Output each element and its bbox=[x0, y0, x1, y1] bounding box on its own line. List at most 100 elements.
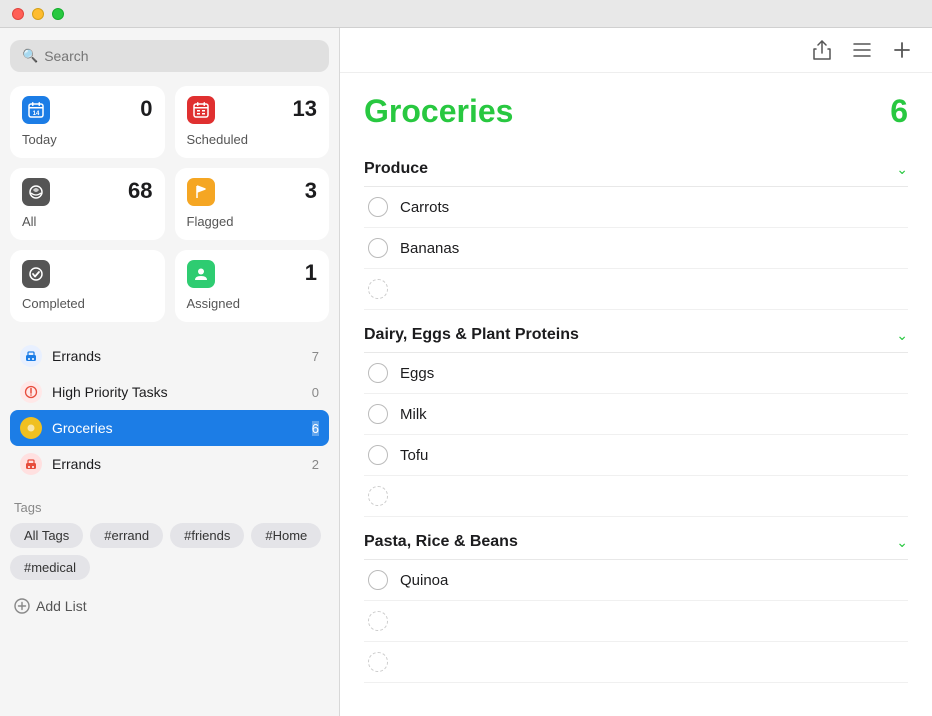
task-quinoa[interactable]: Quinoa bbox=[364, 560, 908, 601]
all-label: All bbox=[22, 214, 153, 229]
search-input[interactable] bbox=[44, 48, 317, 64]
tag-friends[interactable]: #friends bbox=[170, 523, 244, 548]
eggs-checkbox[interactable] bbox=[368, 363, 388, 383]
search-icon: 🔍 bbox=[22, 48, 38, 64]
add-list-label: Add List bbox=[36, 598, 87, 614]
scheduled-label: Scheduled bbox=[187, 132, 318, 147]
smart-tile-all[interactable]: 68 All bbox=[10, 168, 165, 240]
svg-text:14: 14 bbox=[33, 111, 40, 117]
pasta-placeholder-1-checkbox[interactable] bbox=[368, 611, 388, 631]
bananas-checkbox[interactable] bbox=[368, 238, 388, 258]
list-total: 6 bbox=[890, 93, 908, 130]
all-icon bbox=[22, 178, 50, 206]
tofu-label: Tofu bbox=[400, 447, 428, 464]
tag-medical[interactable]: #medical bbox=[10, 555, 90, 580]
scheduled-icon bbox=[187, 96, 215, 124]
tag-home[interactable]: #Home bbox=[251, 523, 321, 548]
milk-checkbox[interactable] bbox=[368, 404, 388, 424]
group-pasta-name: Pasta, Rice & Beans bbox=[364, 533, 518, 551]
carrots-label: Carrots bbox=[400, 199, 449, 216]
milk-label: Milk bbox=[400, 406, 427, 423]
smart-tile-today[interactable]: 14 0 Today bbox=[10, 86, 165, 158]
task-pasta-placeholder-2[interactable] bbox=[364, 642, 908, 683]
scheduled-count: 13 bbox=[293, 96, 317, 122]
titlebar bbox=[0, 0, 932, 28]
task-pasta-placeholder-1[interactable] bbox=[364, 601, 908, 642]
group-produce-header[interactable]: Produce ⌄ bbox=[364, 150, 908, 187]
group-dairy-name: Dairy, Eggs & Plant Proteins bbox=[364, 326, 579, 344]
high-priority-count: 0 bbox=[312, 385, 319, 400]
errands-2-icon bbox=[20, 453, 42, 475]
app-body: 🔍 14 0 Tod bbox=[0, 28, 932, 716]
close-button[interactable] bbox=[12, 8, 24, 20]
errands-2-label: Errands bbox=[52, 456, 302, 472]
task-bananas[interactable]: Bananas bbox=[364, 228, 908, 269]
tags-section: Tags All Tags #errand #friends #Home #me… bbox=[10, 500, 329, 580]
group-produce: Produce ⌄ Carrots Bananas bbox=[364, 150, 908, 310]
add-list-button[interactable]: Add List bbox=[10, 590, 329, 622]
list-title: Groceries bbox=[364, 93, 513, 130]
task-tofu[interactable]: Tofu bbox=[364, 435, 908, 476]
tag-errand[interactable]: #errand bbox=[90, 523, 163, 548]
flagged-label: Flagged bbox=[187, 214, 318, 229]
group-dairy: Dairy, Eggs & Plant Proteins ⌄ Eggs Milk… bbox=[364, 316, 908, 517]
list-view-button[interactable] bbox=[850, 38, 874, 62]
task-dairy-placeholder[interactable] bbox=[364, 476, 908, 517]
tags-title: Tags bbox=[10, 500, 329, 515]
group-pasta: Pasta, Rice & Beans ⌄ Quinoa bbox=[364, 523, 908, 683]
assigned-icon bbox=[187, 260, 215, 288]
task-produce-placeholder[interactable] bbox=[364, 269, 908, 310]
smart-tile-flagged[interactable]: 3 Flagged bbox=[175, 168, 330, 240]
search-bar[interactable]: 🔍 bbox=[10, 40, 329, 72]
produce-chevron-icon: ⌄ bbox=[896, 161, 908, 178]
list-item-groceries[interactable]: Groceries 6 bbox=[10, 410, 329, 446]
add-list-icon bbox=[14, 598, 30, 614]
groceries-count: 6 bbox=[312, 421, 319, 436]
list-section: Errands 7 High Priority Tasks 0 bbox=[10, 338, 329, 482]
assigned-label: Assigned bbox=[187, 296, 318, 311]
carrots-checkbox[interactable] bbox=[368, 197, 388, 217]
add-task-button[interactable] bbox=[890, 38, 914, 62]
task-milk[interactable]: Milk bbox=[364, 394, 908, 435]
task-carrots[interactable]: Carrots bbox=[364, 187, 908, 228]
high-priority-icon bbox=[20, 381, 42, 403]
sidebar: 🔍 14 0 Tod bbox=[0, 28, 340, 716]
tofu-checkbox[interactable] bbox=[368, 445, 388, 465]
smart-tile-assigned[interactable]: 1 Assigned bbox=[175, 250, 330, 322]
assigned-count: 1 bbox=[305, 260, 317, 286]
group-pasta-header[interactable]: Pasta, Rice & Beans ⌄ bbox=[364, 523, 908, 560]
share-button[interactable] bbox=[810, 38, 834, 62]
content-area: Groceries 6 Produce ⌄ Carrots Bananas bbox=[340, 73, 932, 716]
main-toolbar bbox=[340, 28, 932, 73]
today-label: Today bbox=[22, 132, 153, 147]
high-priority-label: High Priority Tasks bbox=[52, 384, 302, 400]
pasta-chevron-icon: ⌄ bbox=[896, 534, 908, 551]
list-item-high-priority[interactable]: High Priority Tasks 0 bbox=[10, 374, 329, 410]
smart-tile-scheduled[interactable]: 13 Scheduled bbox=[175, 86, 330, 158]
tag-all-tags[interactable]: All Tags bbox=[10, 523, 83, 548]
smart-tile-completed[interactable]: Completed bbox=[10, 250, 165, 322]
completed-icon bbox=[22, 260, 50, 288]
produce-placeholder-checkbox[interactable] bbox=[368, 279, 388, 299]
eggs-label: Eggs bbox=[400, 365, 434, 382]
flagged-count: 3 bbox=[305, 178, 317, 204]
bananas-label: Bananas bbox=[400, 240, 459, 257]
today-count: 0 bbox=[140, 96, 152, 122]
minimize-button[interactable] bbox=[32, 8, 44, 20]
fullscreen-button[interactable] bbox=[52, 8, 64, 20]
group-dairy-header[interactable]: Dairy, Eggs & Plant Proteins ⌄ bbox=[364, 316, 908, 353]
list-item-errands-2[interactable]: Errands 2 bbox=[10, 446, 329, 482]
groceries-icon bbox=[20, 417, 42, 439]
quinoa-checkbox[interactable] bbox=[368, 570, 388, 590]
list-item-errands-1[interactable]: Errands 7 bbox=[10, 338, 329, 374]
errands-1-icon bbox=[20, 345, 42, 367]
groceries-label: Groceries bbox=[52, 420, 302, 436]
smart-lists-grid: 14 0 Today bbox=[10, 86, 329, 322]
errands-2-count: 2 bbox=[312, 457, 319, 472]
dairy-placeholder-checkbox[interactable] bbox=[368, 486, 388, 506]
dairy-chevron-icon: ⌄ bbox=[896, 327, 908, 344]
list-header: Groceries 6 bbox=[364, 93, 908, 130]
pasta-placeholder-2-checkbox[interactable] bbox=[368, 652, 388, 672]
task-eggs[interactable]: Eggs bbox=[364, 353, 908, 394]
today-icon: 14 bbox=[22, 96, 50, 124]
